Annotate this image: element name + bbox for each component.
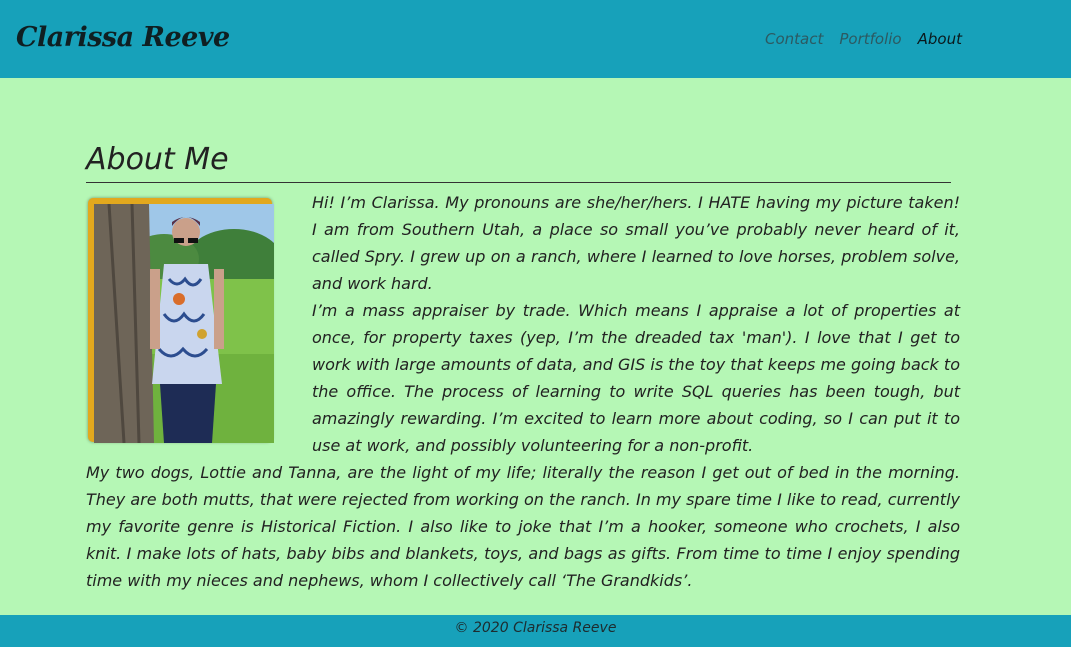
dogs-paragraph: My two dogs, Lottie and Tanna, are the l… xyxy=(86,463,960,590)
page-title: About Me xyxy=(86,138,951,183)
nav-link-contact[interactable]: Contact xyxy=(765,29,823,49)
about-section: About Me Hi! I’m Clarissa. My pronouns a… xyxy=(86,138,960,590)
intro-paragraph: Hi! I’m Clarissa. My pronouns are she/he… xyxy=(312,193,960,293)
site-footer: © 2020 Clarissa Reeve xyxy=(0,615,1071,647)
footer-copyright: © 2020 Clarissa Reeve xyxy=(454,620,617,636)
intro-column: Hi! I’m Clarissa. My pronouns are she/he… xyxy=(312,189,960,459)
site-brand[interactable]: Clarissa Reeve xyxy=(16,20,230,56)
site-header: Clarissa Reeve Contact Portfolio About xyxy=(0,0,1071,78)
career-paragraph: I’m a mass appraiser by trade. Which mea… xyxy=(312,301,960,455)
main-nav: Contact Portfolio About xyxy=(765,29,962,49)
profile-photo-image xyxy=(94,204,274,443)
profile-photo xyxy=(88,198,274,443)
nav-link-about[interactable]: About xyxy=(918,29,962,49)
nav-link-portfolio[interactable]: Portfolio xyxy=(839,29,901,49)
